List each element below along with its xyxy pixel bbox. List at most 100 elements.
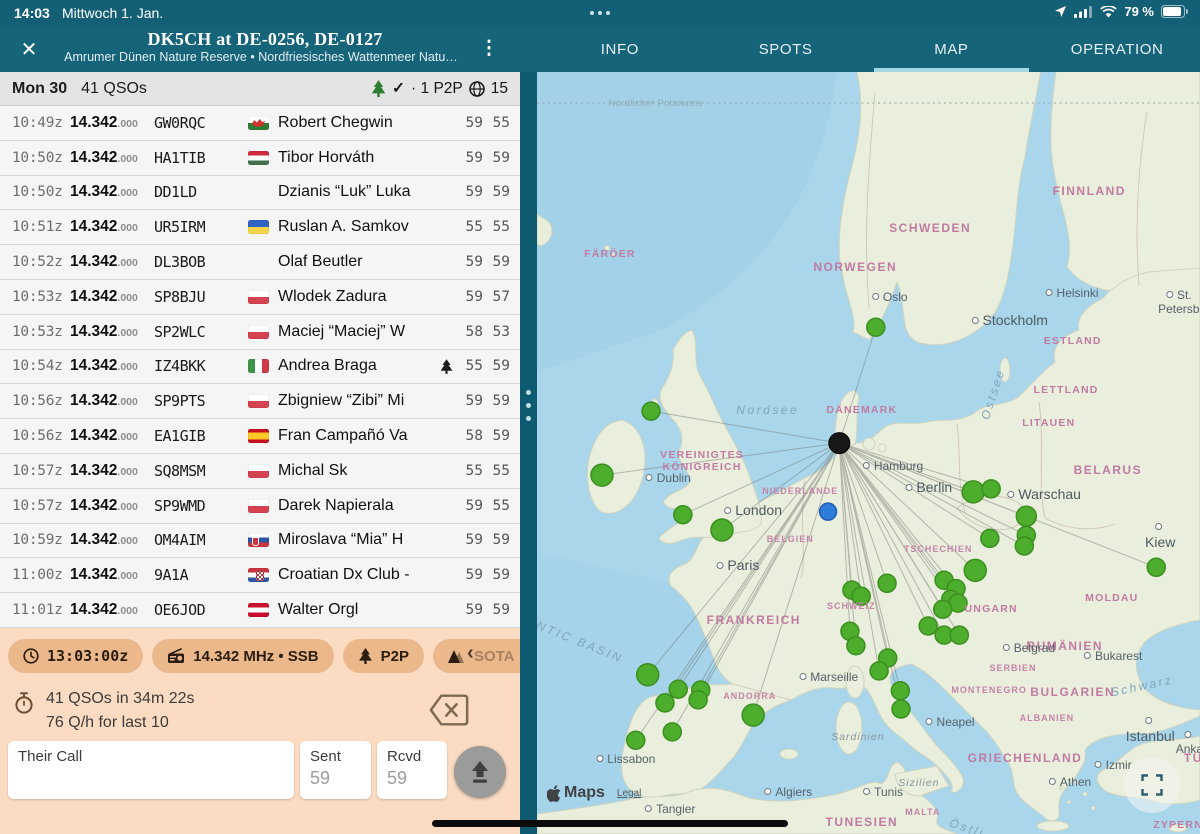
- qso-marker[interactable]: [637, 664, 659, 686]
- qso-marker[interactable]: [847, 637, 865, 655]
- qso-row[interactable]: 10:54z 14.342.000 IZ4BKK Andrea Braga 55…: [0, 350, 520, 385]
- logging-panel: 13:03:00z 14.342 MHz • SSB P2P SOTA ‹: [0, 628, 520, 834]
- radio-icon: [167, 648, 185, 664]
- sent-input[interactable]: Sent 59: [300, 741, 371, 799]
- qso-rst-rcvd: 59: [483, 358, 510, 374]
- apple-logo-icon: [547, 785, 561, 802]
- qso-marker[interactable]: [591, 464, 613, 486]
- qso-frequency: 14.342.000: [70, 566, 154, 584]
- qso-marker[interactable]: [892, 700, 910, 718]
- stats-line1: 41 QSOs in 34m 22s: [46, 690, 195, 708]
- qso-callsign: GW0RQC: [154, 114, 248, 132]
- qso-row[interactable]: 10:57z 14.342.000 SP9WMD Darek Napierala…: [0, 489, 520, 524]
- stopwatch-icon: [14, 692, 34, 714]
- tab-info[interactable]: INFO: [537, 27, 703, 72]
- qso-rst-sent: 59: [456, 602, 483, 618]
- operator-location-marker[interactable]: [829, 433, 850, 454]
- qso-row[interactable]: 10:52z 14.342.000 DL3BOB Olaf Beutler 59…: [0, 245, 520, 280]
- map-view[interactable]: Nördlicher PolarkreisFÄRÖERFINNLANDSCHWE…: [537, 72, 1200, 834]
- qso-callsign: UR5IRM: [154, 218, 248, 236]
- qso-marker[interactable]: [852, 587, 870, 605]
- qso-rst-rcvd: 59: [483, 567, 510, 583]
- qso-marker[interactable]: [1147, 558, 1165, 576]
- qso-marker[interactable]: [627, 731, 645, 749]
- home-indicator[interactable]: [432, 820, 788, 827]
- qso-row[interactable]: 10:50z 14.342.000 HA1TIB Tibor Horváth 5…: [0, 141, 520, 176]
- qso-time: 11:00z: [12, 567, 70, 583]
- spot-marker-blue[interactable]: [820, 503, 837, 520]
- location-arrow-icon: [1054, 5, 1067, 18]
- qso-row[interactable]: 10:53z 14.342.000 SP8BJU Wlodek Zadura 5…: [0, 280, 520, 315]
- qso-row[interactable]: 11:01z 14.342.000 OE6JOD Walter Orgl 59 …: [0, 593, 520, 628]
- frequency-mode-pill[interactable]: 14.342 MHz • SSB: [152, 639, 333, 673]
- qso-marker[interactable]: [982, 480, 1000, 498]
- qso-marker[interactable]: [689, 691, 707, 709]
- qso-marker[interactable]: [934, 600, 952, 618]
- qso-marker[interactable]: [878, 574, 896, 592]
- qso-callsign: OE6JOD: [154, 601, 248, 619]
- qso-row[interactable]: 10:59z 14.342.000 OM4AIM Miroslava “Mia”…: [0, 524, 520, 559]
- qso-row[interactable]: 10:51z 14.342.000 UR5IRM Ruslan A. Samko…: [0, 210, 520, 245]
- tab-spots[interactable]: SPOTS: [703, 27, 869, 72]
- legal-link[interactable]: Legal: [617, 788, 641, 799]
- qso-marker[interactable]: [891, 682, 909, 700]
- qso-row[interactable]: 10:53z 14.342.000 SP2WLC Maciej “Maciej”…: [0, 315, 520, 350]
- qso-frequency: 14.342.000: [70, 218, 154, 236]
- multitasking-indicator-icon[interactable]: [590, 11, 610, 15]
- qso-marker[interactable]: [870, 662, 888, 680]
- qso-operator-name: Darek Napierala: [278, 497, 436, 515]
- qso-marker[interactable]: [981, 529, 999, 547]
- qso-row[interactable]: 10:57z 14.342.000 SQ8MSM Michal Sk 55 55: [0, 454, 520, 489]
- scroll-chevron-icon[interactable]: ‹: [467, 642, 474, 665]
- qso-operator-name: Walter Orgl: [278, 601, 436, 619]
- kebab-menu-icon[interactable]: ⋮: [478, 35, 500, 63]
- panel-divider[interactable]: [520, 72, 537, 834]
- qso-marker[interactable]: [711, 519, 733, 541]
- qso-rst-sent: 59: [456, 289, 483, 305]
- qso-marker[interactable]: [669, 680, 687, 698]
- map-canvas[interactable]: [537, 72, 1200, 834]
- qso-rst-rcvd: 57: [483, 289, 510, 305]
- qso-row[interactable]: 10:49z 14.342.000 GW0RQC Robert Chegwin …: [0, 106, 520, 141]
- p2p-pill[interactable]: P2P: [343, 639, 424, 673]
- p2p-tree-icon: [436, 359, 456, 374]
- qso-marker[interactable]: [1015, 537, 1033, 555]
- drag-handle-icon[interactable]: [526, 390, 531, 421]
- qso-row[interactable]: 10:56z 14.342.000 EA1GIB Fran Campañó Va…: [0, 419, 520, 454]
- sent-value: 59: [310, 768, 361, 789]
- qso-frequency: 14.342.000: [70, 531, 154, 549]
- qso-marker[interactable]: [867, 318, 885, 336]
- qso-row[interactable]: 10:56z 14.342.000 SP9PTS Zbigniew “Zibi”…: [0, 384, 520, 419]
- time-pill[interactable]: 13:03:00z: [8, 639, 143, 673]
- backspace-icon[interactable]: [428, 690, 470, 730]
- maps-wordmark: Maps: [564, 784, 605, 802]
- qso-marker[interactable]: [742, 704, 764, 726]
- fullscreen-button[interactable]: [1124, 757, 1180, 813]
- qso-callsign: IZ4BKK: [154, 357, 248, 375]
- qso-marker[interactable]: [1016, 506, 1036, 526]
- map-attribution: Maps Legal: [547, 784, 641, 802]
- qso-row[interactable]: 11:00z 14.342.000 9A1A Croatian Dx Club …: [0, 558, 520, 593]
- qso-marker[interactable]: [674, 506, 692, 524]
- qso-rst-sent: 59: [456, 498, 483, 514]
- qso-row[interactable]: 10:50z 14.342.000 DD1LD Dzianis “Luk” Lu…: [0, 176, 520, 211]
- qso-marker[interactable]: [656, 694, 674, 712]
- qso-marker[interactable]: [964, 559, 986, 581]
- qso-rst-sent: 59: [456, 567, 483, 583]
- tab-map[interactable]: MAP: [869, 27, 1035, 72]
- qso-marker[interactable]: [919, 617, 937, 635]
- p2p-summary: · 1 P2P: [411, 80, 463, 98]
- qso-rst-rcvd: 55: [483, 219, 510, 235]
- submit-qso-button[interactable]: [454, 746, 506, 798]
- their-call-input[interactable]: Their Call: [8, 741, 294, 799]
- tab-operation[interactable]: OPERATION: [1034, 27, 1200, 72]
- sota-pill[interactable]: SOTA ‹: [433, 639, 520, 673]
- qso-marker[interactable]: [950, 626, 968, 644]
- rcvd-input[interactable]: Rcvd 59: [377, 741, 447, 799]
- qso-callsign: SP2WLC: [154, 323, 248, 341]
- qso-marker[interactable]: [663, 723, 681, 741]
- their-call-placeholder: Their Call: [18, 748, 284, 765]
- qso-marker[interactable]: [642, 402, 660, 420]
- qso-time: 10:50z: [12, 184, 70, 200]
- qso-marker[interactable]: [962, 481, 984, 503]
